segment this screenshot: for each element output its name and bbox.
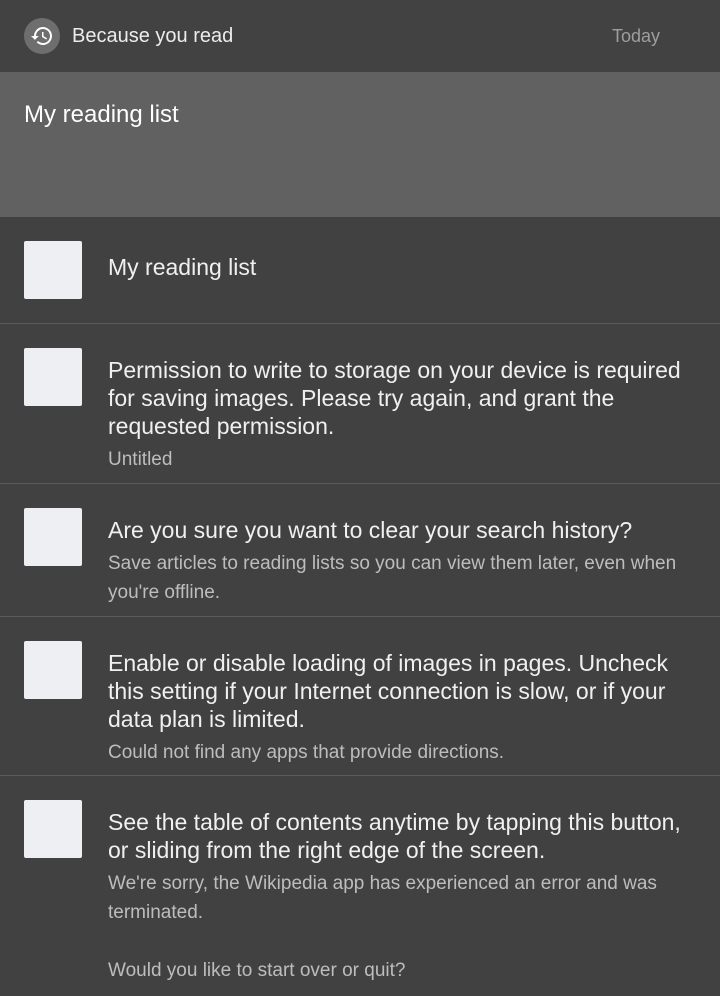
list-item[interactable]: Enable or disable loading of images in p… [0,617,720,776]
article-thumbnail [24,641,82,699]
article-list: My reading list Permission to write to s… [0,217,720,996]
list-item[interactable]: Are you sure you want to clear your sear… [0,484,720,617]
list-item-subtitle: Untitled [108,449,173,470]
list-item-subtitle: Could not find any apps that provide dir… [108,742,505,763]
article-thumbnail [24,241,82,299]
history-icon [24,18,60,54]
featured-article-title: My reading list [24,101,179,128]
list-item-subtitle: Save articles to reading lists so you ca… [108,553,677,603]
because-you-read-card: Because you read Today My reading list M… [0,0,720,996]
list-item-title: My reading list [108,254,257,280]
list-item[interactable]: See the table of contents anytime by tap… [0,776,720,996]
list-item[interactable]: My reading list [0,217,720,324]
article-thumbnail [24,800,82,858]
featured-article[interactable]: My reading list [0,72,720,217]
article-thumbnail [24,348,82,406]
list-item-title: Permission to write to storage on your d… [108,357,681,439]
list-item[interactable]: Permission to write to storage on your d… [0,324,720,484]
list-item-title: Enable or disable loading of images in p… [108,650,669,732]
card-header-title: Because you read [72,24,234,47]
card-header: Because you read Today [0,0,720,72]
card-header-date: Today [611,25,660,46]
list-item-title: See the table of contents anytime by tap… [108,809,681,863]
list-item-title: Are you sure you want to clear your sear… [108,517,633,543]
list-item-subtitle: We're sorry, the Wikipedia app has exper… [108,873,657,981]
article-thumbnail [24,508,82,566]
